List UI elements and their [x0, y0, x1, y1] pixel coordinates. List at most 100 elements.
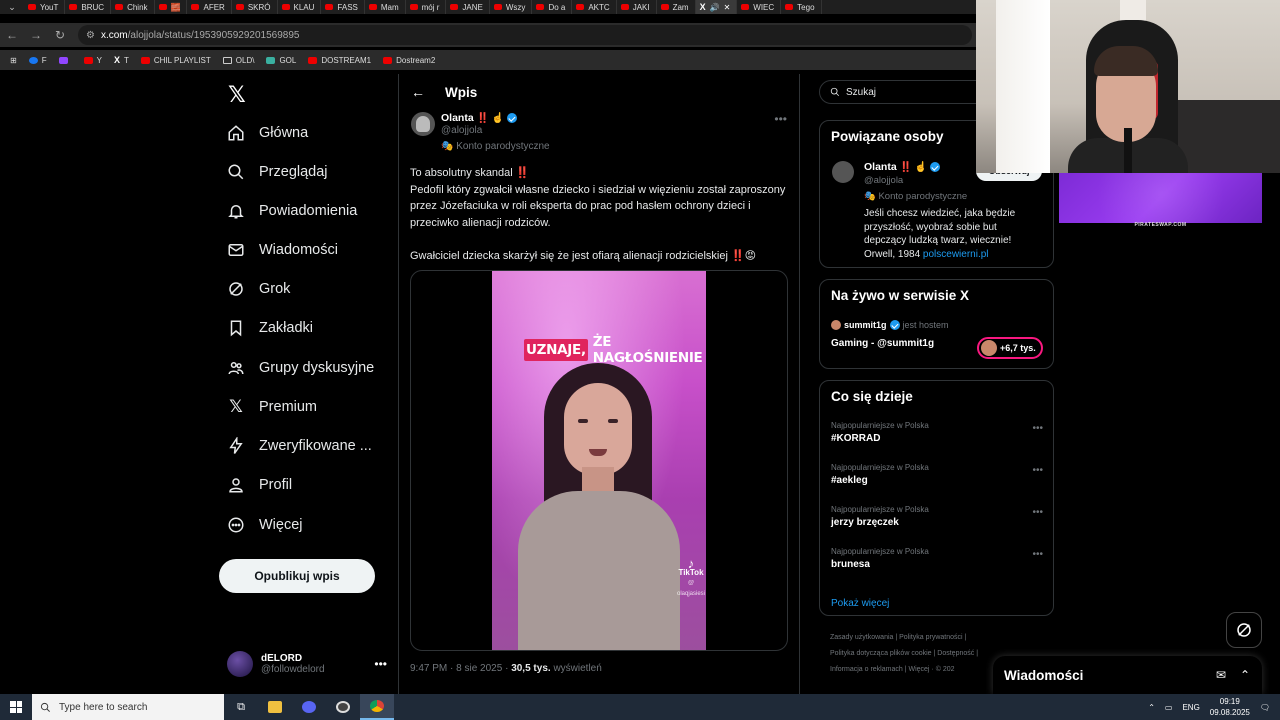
messages-drawer[interactable]: Wiadomości ✉ ⌃: [993, 656, 1262, 694]
browser-tab[interactable]: BRUC: [65, 0, 112, 14]
youtube-icon: [158, 4, 167, 10]
browser-tab[interactable]: Chink: [111, 0, 155, 14]
new-message-icon[interactable]: ✉: [1216, 668, 1226, 682]
tab-search-chevron-icon[interactable]: ⌄: [0, 0, 24, 14]
browser-tab[interactable]: Zam: [657, 0, 696, 14]
bookmark-item[interactable]: XT: [114, 55, 129, 65]
audio-icon[interactable]: 🔊: [710, 3, 720, 12]
live-card[interactable]: Na żywo w serwisie X summit1g jest hoste…: [819, 279, 1054, 369]
avatar[interactable]: [832, 161, 854, 183]
account-switcher[interactable]: dELORD @followdelord •••: [227, 648, 387, 680]
notifications-icon[interactable]: 🗨: [1260, 703, 1270, 712]
browser-tab[interactable]: SKRÓ: [232, 0, 278, 14]
bookmark-item[interactable]: [58, 56, 72, 64]
search-icon: [227, 163, 245, 181]
forward-icon[interactable]: →: [24, 28, 48, 42]
youtube-icon: [620, 4, 629, 10]
browser-tab[interactable]: Mam: [365, 0, 406, 14]
related-handle[interactable]: @alojjola: [864, 175, 903, 186]
browser-tab[interactable]: KLAU: [278, 0, 322, 14]
bookmark-item[interactable]: CHIL PLAYLIST: [140, 56, 211, 65]
nav-more[interactable]: Więcej: [227, 512, 303, 538]
more-icon[interactable]: •••: [374, 657, 387, 671]
browser-tab[interactable]: Wszy: [490, 0, 533, 14]
related-name[interactable]: Olanta ‼️ ☝️: [864, 161, 941, 173]
bookmark-favicon-icon: [266, 56, 276, 64]
live-listeners-pill[interactable]: +6,7 tys.: [977, 337, 1043, 359]
bookmark-item[interactable]: OLD\: [222, 56, 254, 65]
browser-tab-active[interactable]: X 🔊 ✕: [695, 0, 738, 14]
trend-item[interactable]: Najpopularniejsze w Polska #aekleg •••: [831, 463, 1043, 493]
obs-icon[interactable]: [326, 694, 360, 720]
nav-bookmarks[interactable]: Zakładki: [227, 315, 313, 341]
author-name-row[interactable]: Olanta ‼️ ☝️: [441, 112, 518, 124]
trend-item[interactable]: Najpopularniejsze w Polska #KORRAD •••: [831, 421, 1043, 451]
nav-premium[interactable]: 𝕏 Premium: [227, 394, 317, 420]
nav-grok[interactable]: Grok: [227, 276, 290, 302]
nav-profile[interactable]: Profil: [227, 472, 292, 498]
left-sidebar: 𝕏 Główna Przeglądaj Powiadomienia Wiadom…: [219, 74, 399, 694]
browser-tab[interactable]: YouT: [24, 0, 66, 14]
avatar[interactable]: [411, 112, 435, 136]
show-more-link[interactable]: Pokaż więcej: [831, 598, 889, 609]
tab-close-icon[interactable]: ✕: [724, 3, 731, 12]
bookmark-item[interactable]: DOSTREAM1: [308, 56, 371, 65]
apps-grid-icon[interactable]: ⊞: [10, 56, 17, 65]
account-handle: @followdelord: [261, 664, 325, 675]
tweet-media[interactable]: UZNAJE, ŻE NAGŁOŚNIENIE ♪ TikTok @ olaqj…: [410, 270, 788, 651]
author-handle[interactable]: @alojjola: [441, 125, 482, 136]
bio-link[interactable]: polscewierni.pl: [923, 249, 989, 260]
taskbar-search-input[interactable]: Type here to search: [32, 694, 224, 720]
bookmark-item[interactable]: Y: [83, 56, 102, 65]
more-icon[interactable]: •••: [1032, 507, 1043, 518]
browser-tab[interactable]: AKTC: [572, 0, 617, 14]
browser-tab[interactable]: mój r: [406, 0, 447, 14]
nav-communities[interactable]: Grupy dyskusyjne: [227, 355, 374, 381]
tweet-meta: 9:47 PM · 8 sie 2025 · 30,5 tys. wyświet…: [410, 663, 602, 674]
chevron-up-icon[interactable]: ⌃: [1148, 703, 1155, 712]
nav-messages[interactable]: Wiadomości: [227, 237, 338, 263]
browser-tab[interactable]: AFER: [187, 0, 232, 14]
more-icon[interactable]: •••: [774, 112, 787, 126]
nav-verified-orgs[interactable]: Zweryfikowane ...: [227, 433, 372, 459]
bookmark-item[interactable]: GOL: [266, 56, 296, 65]
browser-tab[interactable]: FASS: [321, 0, 365, 14]
windows-start-button[interactable]: [0, 694, 32, 720]
url-input[interactable]: ⚙ x.com/alojjola/status/1953905929201569…: [78, 25, 972, 45]
youtube-icon: [576, 4, 585, 10]
reload-icon[interactable]: ↻: [48, 28, 72, 42]
browser-tab[interactable]: Tego: [781, 0, 822, 14]
live-host: summit1g jest hostem: [831, 320, 949, 330]
network-icon[interactable]: ▭: [1165, 703, 1173, 712]
back-arrow-icon[interactable]: ←: [411, 84, 425, 100]
discord-icon[interactable]: [292, 694, 326, 720]
post-button[interactable]: Opublikuj wpis: [219, 559, 375, 593]
nav-explore[interactable]: Przeglądaj: [227, 159, 328, 185]
language-indicator[interactable]: ENG: [1182, 703, 1199, 712]
more-icon[interactable]: •••: [1032, 549, 1043, 560]
back-icon[interactable]: ←: [0, 28, 24, 42]
trend-item[interactable]: Najpopularniejsze w Polska jerzy brzęcze…: [831, 505, 1043, 535]
browser-tab[interactable]: JANE: [446, 0, 490, 14]
bookmark-item[interactable]: Dostream2: [383, 56, 435, 65]
browser-tab[interactable]: JAKI: [617, 0, 657, 14]
browser-tab[interactable]: 🧱: [155, 0, 188, 14]
nav-home[interactable]: Główna: [227, 120, 308, 146]
clock[interactable]: 09:19 09.08.2025: [1210, 696, 1250, 718]
file-explorer-icon[interactable]: [258, 694, 292, 720]
more-icon[interactable]: •••: [1032, 423, 1043, 434]
trend-item[interactable]: Najpopularniejsze w Polska brunesa •••: [831, 547, 1043, 577]
site-info-icon[interactable]: ⚙: [86, 30, 95, 41]
x-logo-icon[interactable]: 𝕏: [228, 82, 246, 108]
chrome-icon[interactable]: [360, 694, 394, 720]
bookmark-item[interactable]: F: [28, 56, 47, 65]
expand-up-icon[interactable]: ⌃: [1240, 668, 1250, 682]
video-player[interactable]: UZNAJE, ŻE NAGŁOŚNIENIE ♪ TikTok @ olaqj…: [492, 271, 706, 650]
grok-fab-button[interactable]: [1226, 612, 1262, 648]
nav-notifications[interactable]: Powiadomienia: [227, 198, 357, 224]
card-title: Na żywo w serwisie X: [831, 288, 970, 303]
browser-tab[interactable]: Do a: [532, 0, 573, 14]
more-icon[interactable]: •••: [1032, 465, 1043, 476]
task-view-icon[interactable]: ⧉: [224, 694, 258, 720]
browser-tab[interactable]: WIEC: [737, 0, 782, 14]
